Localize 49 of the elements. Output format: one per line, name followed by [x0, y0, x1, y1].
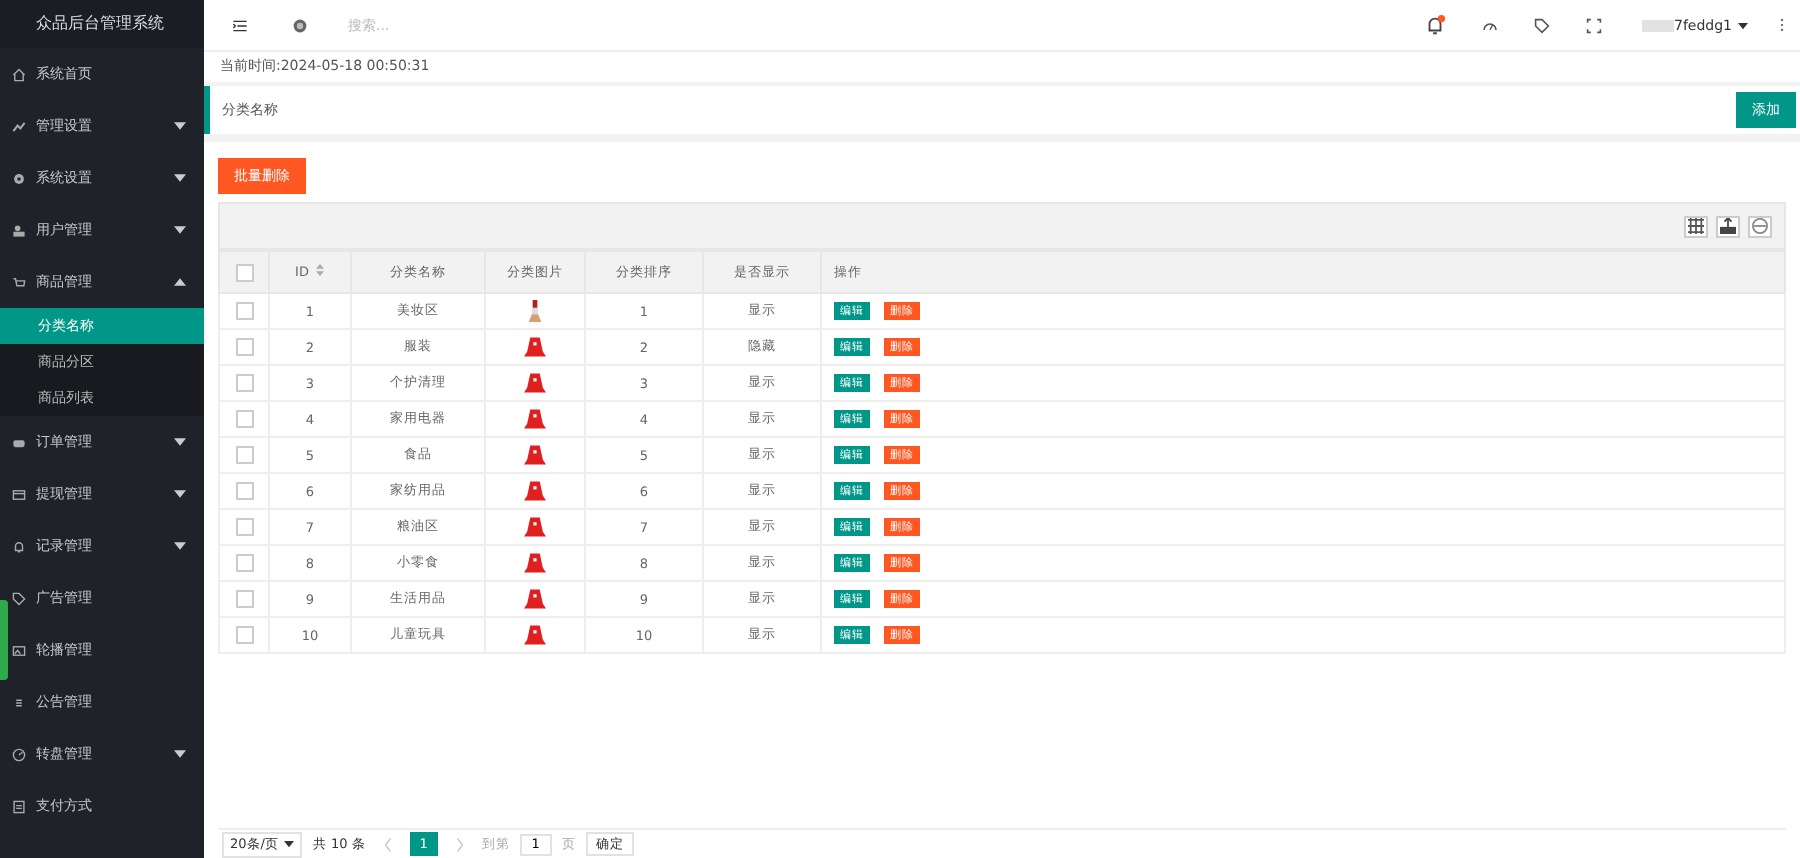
checkbox[interactable]: [235, 554, 253, 572]
product-image: [524, 444, 546, 466]
cart-icon: [12, 275, 26, 289]
list-icon: [12, 695, 26, 709]
bell-icon: [12, 539, 26, 553]
checkbox[interactable]: [235, 302, 253, 320]
avatar-placeholder: [1641, 19, 1674, 31]
checkbox[interactable]: [235, 410, 253, 428]
checkbox[interactable]: [235, 263, 253, 281]
checkbox[interactable]: [235, 626, 253, 644]
product-image: [524, 552, 546, 574]
checkbox[interactable]: [235, 482, 253, 500]
product-image: [524, 588, 546, 610]
checkbox[interactable]: [235, 590, 253, 608]
next-page-icon[interactable]: [455, 837, 464, 851]
payment-icon: [12, 799, 26, 813]
gauge-icon: [12, 747, 26, 761]
product-image: [524, 624, 546, 646]
wallet-icon: [12, 487, 26, 501]
menu-icon[interactable]: [232, 17, 248, 33]
export-icon[interactable]: [1716, 215, 1740, 237]
caret-icon[interactable]: [1738, 21, 1748, 29]
checkbox[interactable]: [235, 338, 253, 356]
image-icon: [12, 643, 26, 657]
print-icon[interactable]: [1748, 215, 1772, 237]
product-image: [524, 372, 546, 394]
home-icon: [12, 67, 26, 81]
sort-icon[interactable]: [316, 264, 325, 276]
tag-icon: [12, 591, 26, 605]
tag-icon[interactable]: [1533, 17, 1550, 33]
checkbox[interactable]: [235, 518, 253, 536]
lipstick-image: [524, 300, 546, 322]
chart-icon: [12, 119, 26, 133]
previous-page-icon[interactable]: [383, 837, 392, 851]
product-image: [524, 516, 546, 538]
side-tab[interactable]: [0, 600, 8, 680]
fullscreen-icon[interactable]: [1585, 17, 1602, 33]
users-icon: [12, 223, 26, 237]
product-image: [524, 408, 546, 430]
product-image: [524, 336, 546, 358]
checkbox[interactable]: [235, 374, 253, 392]
columns-icon[interactable]: [1684, 215, 1708, 237]
caret-icon[interactable]: [284, 840, 295, 848]
settings-icon: [12, 171, 26, 185]
app-title: 众品后台管理系统: [0, 0, 204, 48]
checkbox[interactable]: [235, 446, 253, 464]
notification-bell-icon[interactable]: [1423, 14, 1446, 36]
gauge-icon[interactable]: [1481, 17, 1498, 33]
product-image: [524, 480, 546, 502]
